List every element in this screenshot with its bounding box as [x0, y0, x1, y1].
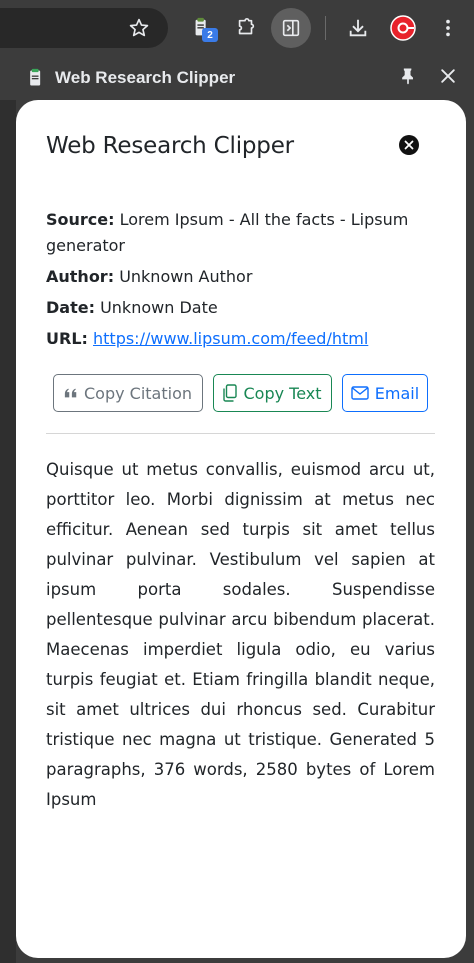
source-metadata: Source: Lorem Ipsum - All the facts - Li…	[46, 207, 441, 357]
pin-icon[interactable]	[398, 66, 418, 90]
copy-icon	[223, 384, 238, 402]
author-label: Author:	[46, 267, 115, 286]
meta-source: Source: Lorem Ipsum - All the facts - Li…	[46, 207, 441, 259]
side-panel-icon[interactable]	[271, 8, 311, 48]
extension-favicon-icon	[26, 68, 46, 92]
clipper-card: Web Research Clipper Source: Lorem Ipsum…	[16, 100, 466, 958]
close-button[interactable]	[399, 135, 419, 155]
page-edge	[0, 100, 16, 963]
download-icon[interactable]	[342, 12, 374, 44]
profile-avatar-icon[interactable]	[387, 12, 419, 44]
side-panel-title: Web Research Clipper	[55, 68, 236, 87]
panel-close-icon[interactable]	[438, 66, 458, 90]
more-menu-icon[interactable]	[432, 12, 464, 44]
url-label: URL:	[46, 329, 88, 348]
copy-citation-button[interactable]: Copy Citation	[53, 374, 203, 412]
url-link[interactable]: https://www.lipsum.com/feed/html	[93, 329, 368, 348]
source-label: Source:	[46, 210, 115, 229]
toolbar-divider	[325, 16, 326, 40]
clipboard-extension-icon[interactable]: 2	[186, 12, 218, 44]
clipped-content: Quisque ut metus convallis, euismod arcu…	[46, 460, 435, 809]
quote-icon	[64, 388, 77, 398]
email-label: Email	[374, 383, 420, 403]
copy-text-button[interactable]: Copy Text	[213, 374, 332, 412]
divider	[46, 433, 435, 434]
meta-date: Date: Unknown Date	[46, 295, 441, 321]
bookmark-star-icon[interactable]	[123, 12, 155, 44]
envelope-icon	[351, 386, 369, 400]
extensions-puzzle-icon[interactable]	[230, 12, 262, 44]
extension-badge: 2	[202, 28, 218, 42]
copy-citation-label: Copy Citation	[83, 383, 192, 403]
author-value: Unknown Author	[119, 267, 253, 286]
email-button[interactable]: Email	[342, 374, 428, 412]
meta-url: URL: https://www.lipsum.com/feed/html	[46, 326, 441, 352]
card-title: Web Research Clipper	[46, 133, 294, 159]
date-value: Unknown Date	[100, 298, 218, 317]
browser-toolbar: 2	[0, 0, 474, 56]
close-icon	[404, 140, 414, 150]
copy-text-label: Copy Text	[243, 383, 322, 403]
meta-author: Author: Unknown Author	[46, 264, 441, 290]
date-label: Date:	[46, 298, 95, 317]
